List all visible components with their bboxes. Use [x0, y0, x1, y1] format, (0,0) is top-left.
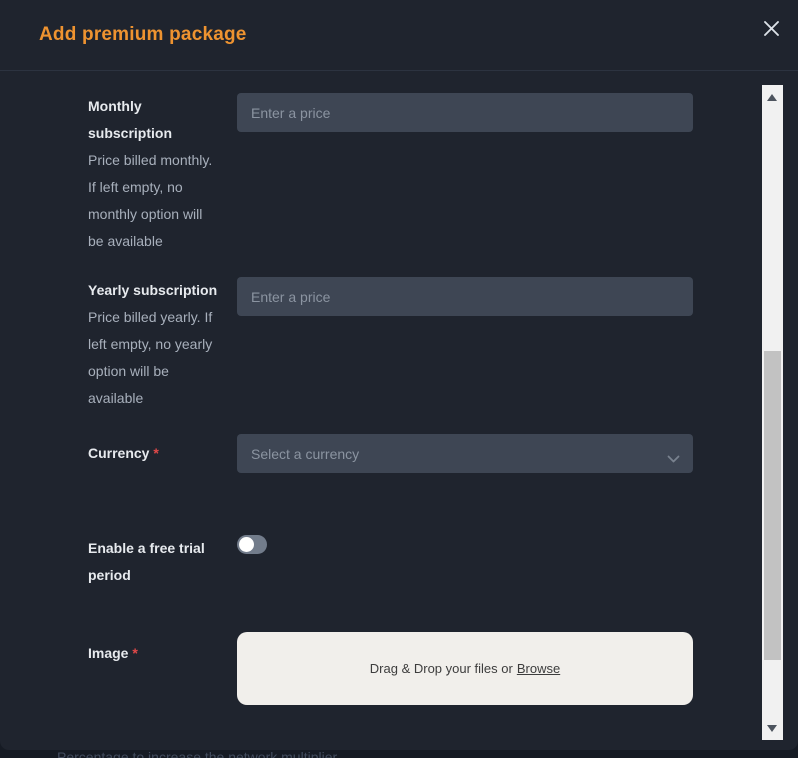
field-label-currency: Currency *: [88, 434, 237, 473]
free-trial-toggle[interactable]: [237, 535, 267, 554]
field-label-free-trial: Enable a free trial period: [88, 535, 237, 589]
field-label-text: Enable a free trial period: [88, 535, 221, 589]
image-dropzone[interactable]: Drag & Drop your files or Browse: [237, 632, 693, 705]
scrollbar-thumb[interactable]: [764, 351, 781, 660]
required-asterisk: *: [153, 445, 158, 461]
field-control: [237, 93, 693, 255]
monthly-price-input[interactable]: [237, 93, 693, 132]
field-control: [237, 277, 693, 412]
field-description: Price billed monthly. If left empty, no …: [88, 147, 221, 255]
field-label-yearly-subscription: Yearly subscription Price billed yearly.…: [88, 277, 237, 412]
close-button[interactable]: [760, 19, 782, 41]
field-row-free-trial: Enable a free trial period: [88, 535, 693, 589]
close-icon: [763, 20, 780, 40]
field-label-image: Image *: [88, 632, 237, 705]
field-control: Drag & Drop your files or Browse: [237, 632, 693, 705]
field-label-text: Yearly subscription: [88, 277, 221, 304]
field-label-text: Image: [88, 645, 128, 661]
field-row-currency: Currency * Select a currency: [88, 434, 693, 473]
field-label-text: Currency: [88, 445, 149, 461]
field-description: Price billed yearly. If left empty, no y…: [88, 304, 221, 412]
modal-title: Add premium package: [39, 24, 247, 46]
browse-link[interactable]: Browse: [517, 661, 560, 676]
required-asterisk: *: [132, 645, 137, 661]
field-row-image: Image * Drag & Drop your files or Browse: [88, 632, 693, 705]
chevron-down-icon: [667, 450, 680, 466]
currency-select-placeholder: Select a currency: [251, 446, 359, 462]
toggle-knob: [239, 537, 254, 552]
currency-select[interactable]: Select a currency: [237, 434, 693, 473]
dropzone-text: Drag & Drop your files or: [370, 661, 513, 676]
field-row-yearly-subscription: Yearly subscription Price billed yearly.…: [88, 277, 693, 412]
field-control: Select a currency: [237, 434, 693, 473]
field-label-text: Monthly subscription: [88, 93, 221, 147]
modal-header: Add premium package: [0, 0, 798, 71]
field-row-monthly-subscription: Monthly subscription Price billed monthl…: [88, 93, 693, 255]
add-premium-package-modal: Add premium package Monthly subscription…: [0, 0, 798, 750]
modal-body: Monthly subscription Price billed monthl…: [0, 71, 798, 705]
scrollbar-down-arrow-icon[interactable]: [767, 725, 777, 732]
field-label-monthly-subscription: Monthly subscription Price billed monthl…: [88, 93, 237, 255]
field-control: [237, 535, 693, 589]
scrollbar-up-arrow-icon[interactable]: [767, 94, 777, 101]
background-page-text: Percentage to increase the network multi…: [57, 749, 337, 758]
yearly-price-input[interactable]: [237, 277, 693, 316]
